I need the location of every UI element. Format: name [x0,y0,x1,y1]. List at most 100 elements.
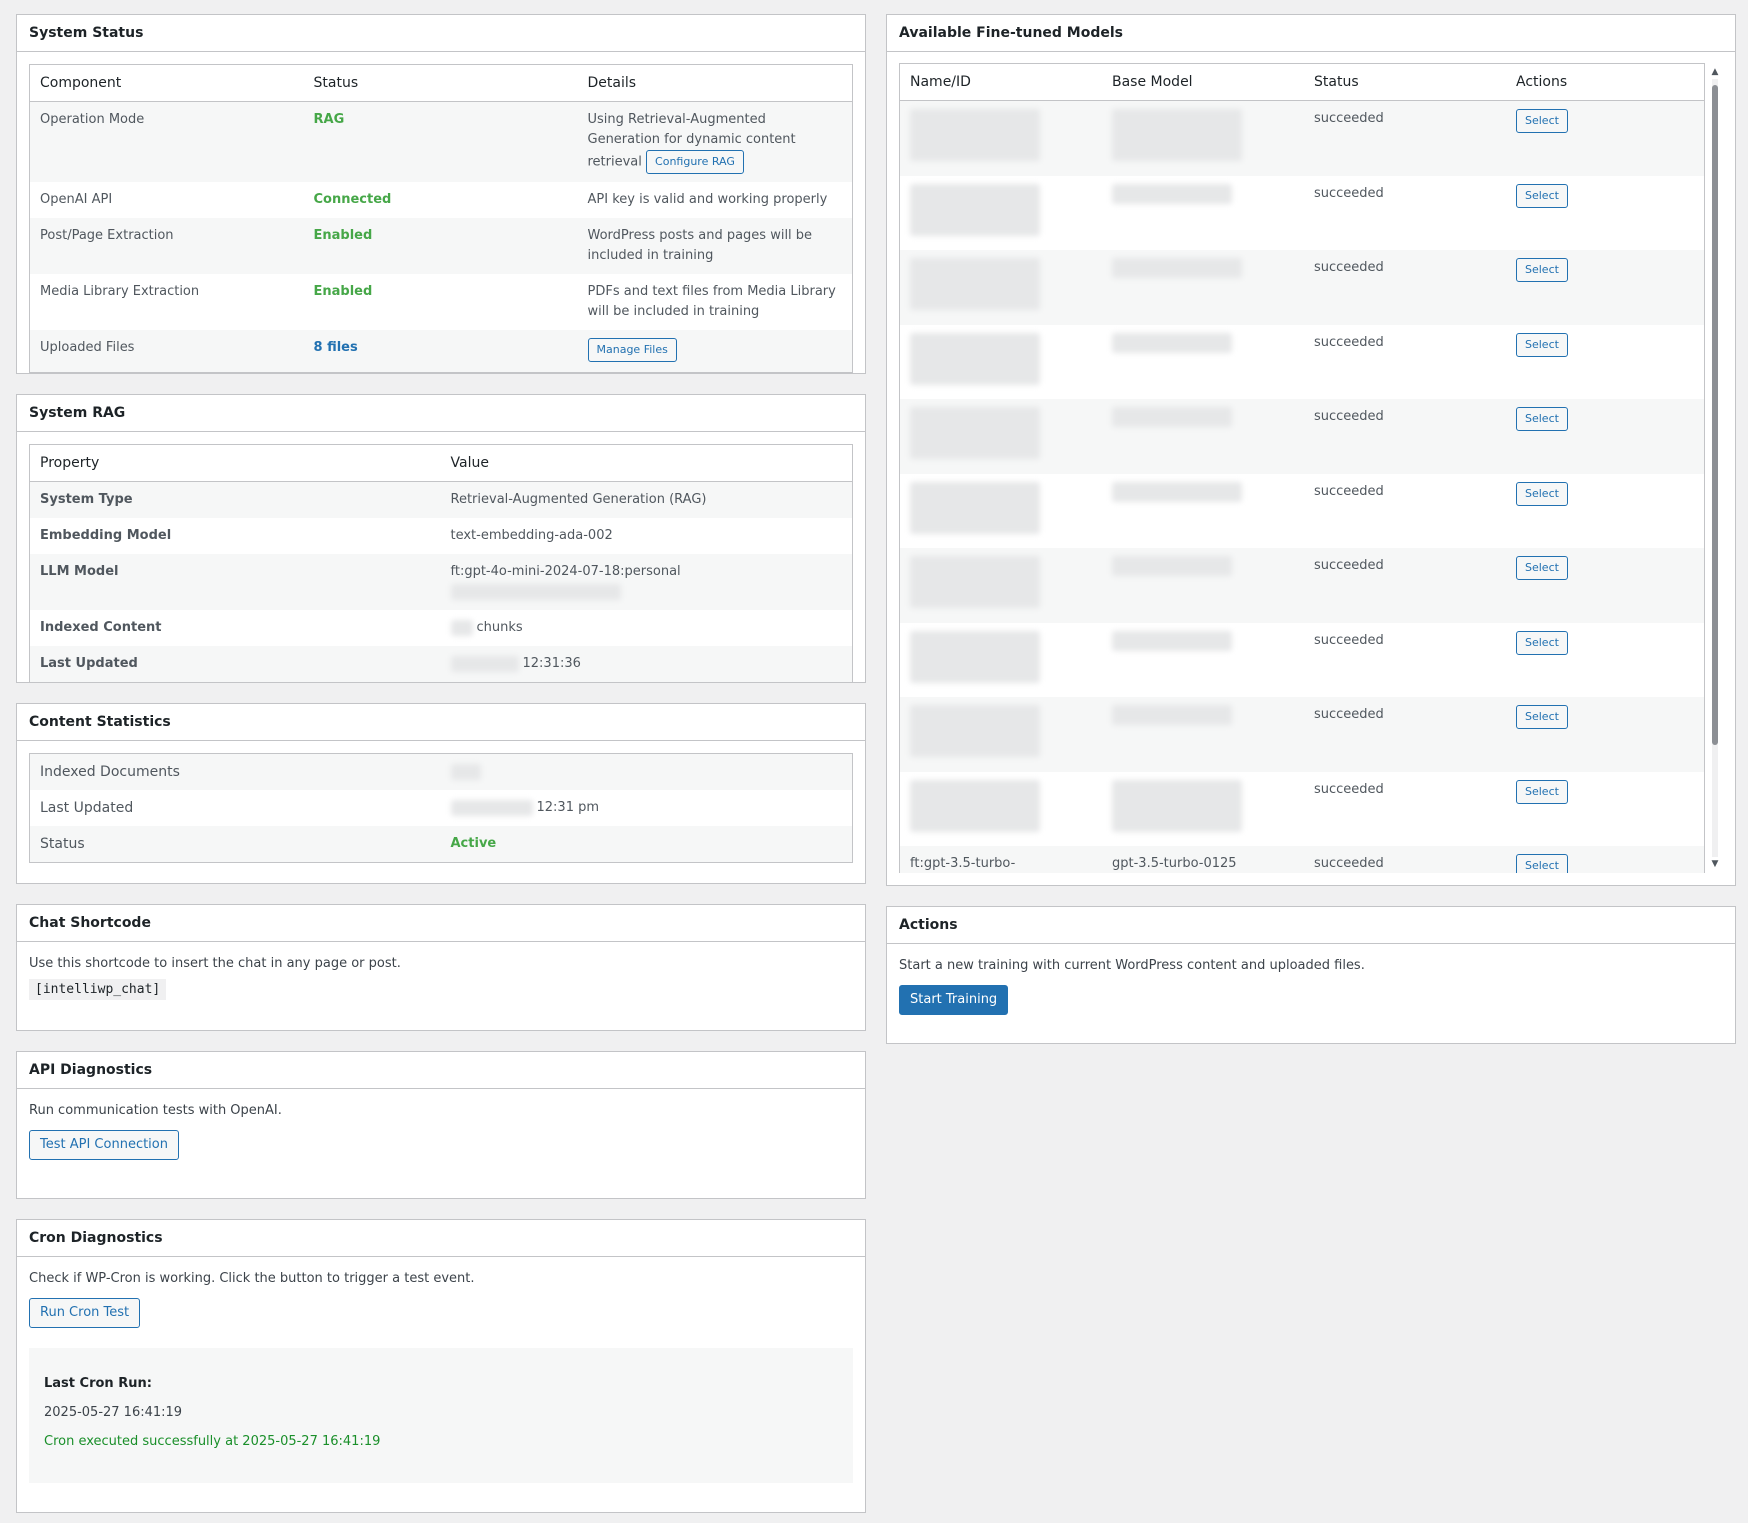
stat-label: Last Updated [40,800,134,816]
model-status: succeeded [1314,483,1384,499]
table-row: ft:gpt-3.5-turbo- gpt-3.5-turbo-0125 suc… [900,845,1704,873]
start-training-button[interactable]: Start Training [899,985,1009,1015]
stat-label: Status [29,826,441,863]
stat-label: Indexed Documents [29,753,441,790]
system-rag-title: System RAG [17,395,865,432]
column-header-base-model: Base Model [1102,64,1304,101]
table-row: Last Updated 12:31:36 [29,646,853,683]
scroll-up-arrow-icon[interactable]: ▲ [1710,67,1720,77]
scroll-down-arrow-icon[interactable]: ▼ [1710,859,1720,869]
property-value: text-embedding-ada-002 [450,528,613,543]
uploaded-files-count-link[interactable]: 8 files [314,340,358,355]
table-row: succeeded Select [900,547,1704,623]
fine-tuned-models-title: Available Fine-tuned Models [887,15,1735,52]
table-row: Uploaded Files 8 files Manage Files [29,330,853,372]
models-scrollbar[interactable]: ▲ ▼ [1710,67,1720,869]
cron-success-message: Cron executed successfully at 2025-05-27… [44,1434,381,1449]
shortcode-code[interactable]: [intelliwp_chat] [29,979,167,1000]
status-value: RAG [313,112,345,127]
table-row: succeeded Select [900,249,1704,325]
table-row: succeeded Select [900,325,1704,399]
redacted-base-model [1112,555,1232,576]
column-header-actions: Actions [1506,64,1704,101]
configure-rag-button[interactable]: Configure RAG [646,150,744,174]
property-name: Indexed Content [40,620,162,635]
select-model-button[interactable]: Select [1516,779,1568,804]
select-model-button[interactable]: Select [1516,406,1568,431]
table-row: Media Library Extraction Enabled PDFs an… [30,274,853,330]
redacted-model-name [910,779,1040,832]
model-status: succeeded [1314,632,1384,648]
table-row: Indexed Documents [29,753,853,790]
table-row: Status Active [29,826,853,863]
redacted-model-name [910,183,1040,236]
system-status-title: System Status [17,15,865,52]
redacted-base-model [1112,183,1232,204]
details-text: API key is valid and working properly [587,192,828,207]
models-scroll-area[interactable]: Name/ID Base Model Status Actions succee… [899,63,1723,873]
select-model-button[interactable]: Select [1516,853,1568,873]
stat-value: 12:31 pm [536,800,600,815]
last-cron-run-value: 2025-05-27 16:41:19 [44,1405,183,1420]
model-status: succeeded [1304,249,1506,325]
component-name: Uploaded Files [29,330,304,372]
redacted-model-name [910,109,1040,161]
last-cron-run-label: Last Cron Run: [44,1376,152,1391]
system-rag-panel: System RAG Property Value System Type Re… [16,394,866,683]
redacted-block [450,655,519,672]
manage-files-button[interactable]: Manage Files [587,338,677,362]
details-text: WordPress posts and pages will be includ… [577,218,853,274]
chat-shortcode-panel: Chat Shortcode Use this shortcode to ins… [16,904,866,1031]
run-cron-test-button[interactable]: Run Cron Test [29,1298,141,1328]
status-value: Connected [313,192,392,207]
base-model: gpt-3.5-turbo-0125 [1102,845,1304,873]
table-row: succeeded Select [900,623,1704,697]
redacted-block [450,619,473,636]
column-header-status: Status [1304,64,1506,101]
content-statistics-title: Content Statistics [17,704,865,741]
property-name: Embedding Model [40,528,172,543]
actions-title: Actions [887,907,1735,944]
select-model-button[interactable]: Select [1516,109,1568,133]
select-model-button[interactable]: Select [1516,183,1568,208]
select-model-button[interactable]: Select [1516,257,1568,282]
redacted-model-name [910,630,1040,683]
component-name: Operation Mode [29,101,304,182]
content-statistics-panel: Content Statistics Indexed Documents Las… [16,703,866,884]
table-row: succeeded Select [900,696,1704,772]
chat-shortcode-title: Chat Shortcode [17,905,865,942]
redacted-base-model [1112,779,1242,832]
api-diagnostics-title: API Diagnostics [17,1052,865,1089]
test-api-connection-button[interactable]: Test API Connection [29,1130,179,1160]
column-header-details: Details [577,64,853,102]
select-model-button[interactable]: Select [1516,630,1568,655]
column-header-value: Value [440,444,853,482]
table-row: succeeded Select [900,772,1704,846]
actions-description: Start a new training with current WordPr… [899,958,1365,973]
status-value: Active [450,836,497,851]
redacted-model-name [910,555,1040,608]
redacted-model-name [910,332,1040,385]
select-model-button[interactable]: Select [1516,332,1568,357]
model-status: succeeded [1314,185,1384,201]
api-diagnostics-description: Run communication tests with OpenAI. [29,1103,282,1118]
redacted-model-name [910,257,1040,310]
redacted-base-model [1112,406,1232,427]
table-row: Last Updated 12:31 pm [30,790,853,826]
select-model-button[interactable]: Select [1516,704,1568,729]
select-model-button[interactable]: Select [1516,481,1568,506]
fine-tuned-models-panel: Available Fine-tuned Models Name/ID Base… [886,14,1736,886]
column-header-name: Name/ID [900,64,1102,101]
model-name: ft:gpt-3.5-turbo- [900,845,1102,873]
component-name: OpenAI API [40,192,113,207]
cron-result-box: Last Cron Run: 2025-05-27 16:41:19 Cron … [29,1348,853,1483]
cron-diagnostics-description: Check if WP-Cron is working. Click the b… [29,1271,475,1286]
redacted-model-name [910,406,1040,459]
model-status: succeeded [1304,547,1506,623]
scrollbar-thumb[interactable] [1712,85,1718,745]
property-name: System Type [29,481,441,518]
table-row: Indexed Content chunks [30,610,853,646]
select-model-button[interactable]: Select [1516,555,1568,580]
property-value: Retrieval-Augmented Generation (RAG) [440,481,853,518]
shortcode-description: Use this shortcode to insert the chat in… [29,956,401,971]
